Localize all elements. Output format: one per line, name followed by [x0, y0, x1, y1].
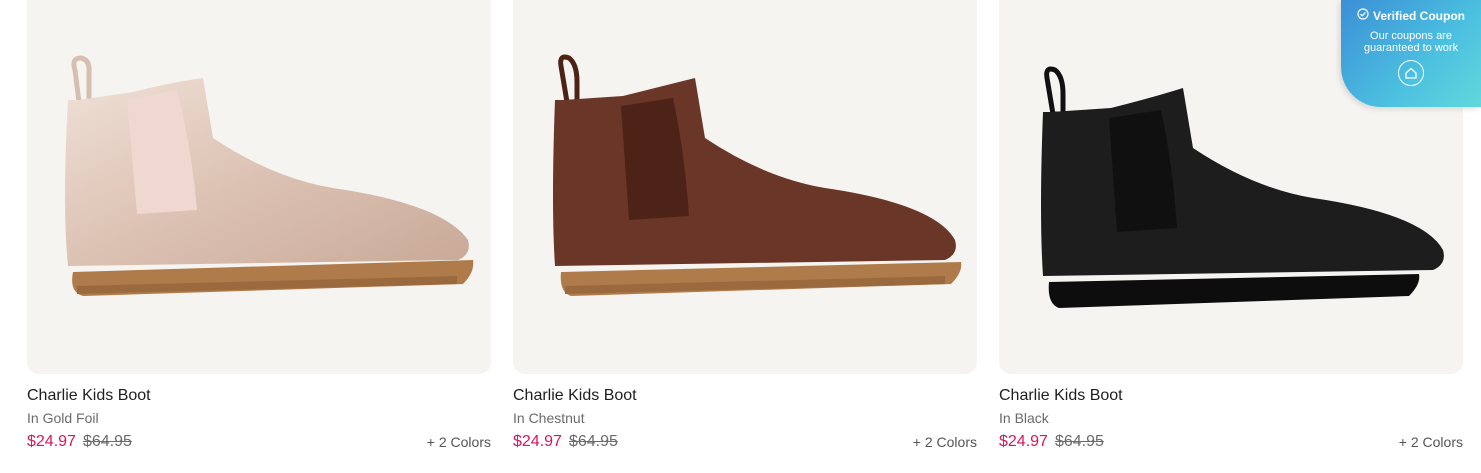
price-row: $24.97 $64.95 + 2 Colors: [513, 432, 977, 452]
original-price: $64.95: [1054, 433, 1104, 450]
original-price: $64.95: [568, 433, 618, 450]
original-price: $64.95: [82, 433, 132, 450]
coupon-title: Verified Coupon: [1372, 8, 1465, 23]
sale-price: $24.97: [999, 433, 1048, 450]
product-card[interactable]: Charlie Kids Boot In Gold Foil $24.97 $6…: [27, 0, 491, 452]
product-image[interactable]: [513, 0, 977, 374]
sale-price: $24.97: [513, 433, 562, 450]
color-count[interactable]: + 2 Colors: [913, 434, 977, 450]
color-count[interactable]: + 2 Colors: [1399, 434, 1463, 450]
boot-gold-foil-image: [65, 55, 474, 296]
boot-chestnut-image: [553, 54, 962, 296]
check-circle-icon: [1357, 8, 1369, 23]
sale-price: $24.97: [27, 433, 76, 450]
product-title[interactable]: Charlie Kids Boot: [999, 386, 1463, 406]
price-row: $24.97 $64.95 + 2 Colors: [27, 432, 491, 452]
product-title[interactable]: Charlie Kids Boot: [513, 386, 977, 406]
product-variant: In Chestnut: [513, 410, 585, 426]
coupon-subtitle: Our coupons are guaranteed to work: [1363, 30, 1459, 54]
coupon-header: Verified Coupon: [1341, 8, 1481, 23]
color-count[interactable]: + 2 Colors: [427, 434, 491, 450]
product-grid: Charlie Kids Boot In Gold Foil $24.97 $6…: [27, 0, 1463, 452]
house-logo-icon: [1398, 60, 1424, 86]
product-variant: In Gold Foil: [27, 410, 99, 426]
product-variant: In Black: [999, 410, 1049, 426]
product-card[interactable]: Charlie Kids Boot In Chestnut $24.97 $64…: [513, 0, 977, 452]
verified-coupon-badge[interactable]: Verified Coupon Our coupons are guarante…: [1341, 0, 1481, 107]
product-title[interactable]: Charlie Kids Boot: [27, 386, 491, 406]
product-image[interactable]: [27, 0, 491, 374]
price-row: $24.97 $64.95 + 2 Colors: [999, 432, 1463, 452]
